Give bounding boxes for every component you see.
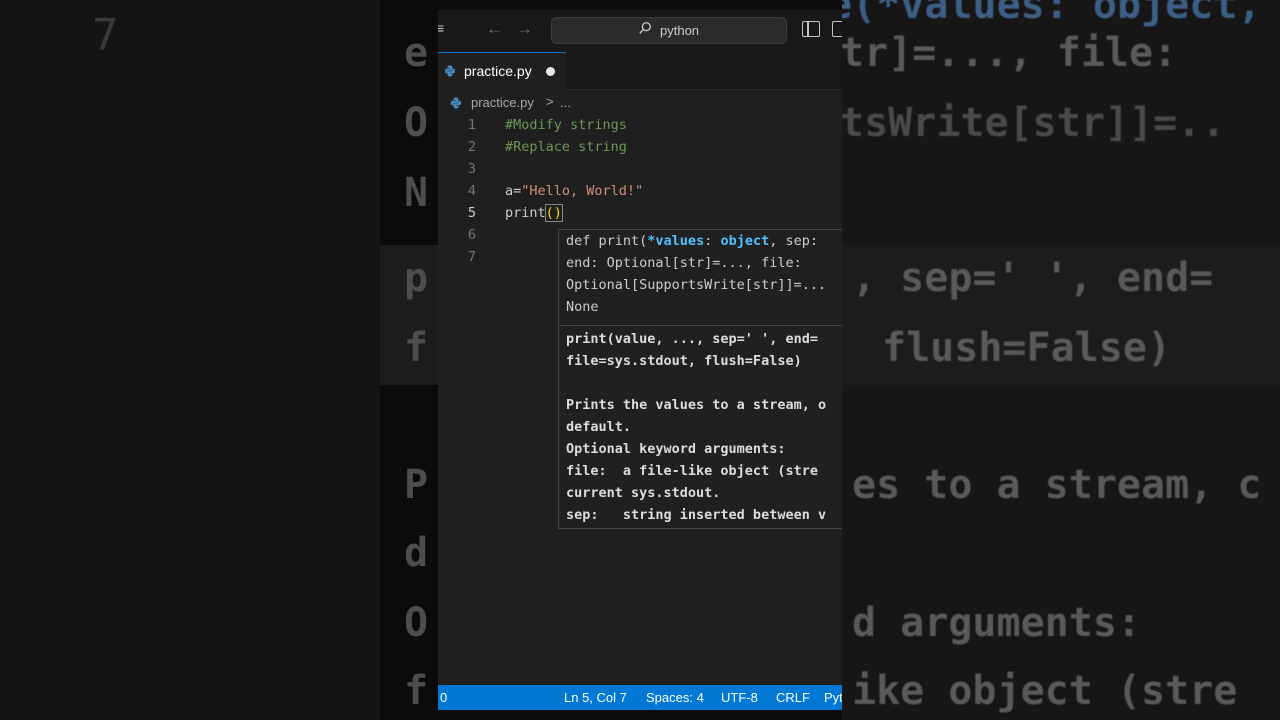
sig-type: object — [720, 233, 770, 249]
code-comment: #Replace string — [505, 139, 627, 155]
code-parentheses: () — [544, 204, 563, 222]
doc-line: file: a file-like object (stre — [566, 463, 818, 479]
doc-line: print(value, ..., sep=' ', end= — [566, 331, 818, 347]
doc-line: default. — [566, 419, 632, 435]
status-bar: 0 Ln 5, Col 7 Spaces: 4 UTF-8 CRLF Pytho… — [438, 685, 842, 710]
background-ghost-text: d arguments: — [852, 600, 1141, 646]
status-encoding[interactable]: UTF-8 — [721, 690, 758, 705]
line-number: 3 — [467, 161, 476, 177]
status-language[interactable]: Python — [824, 690, 842, 705]
background-ghost-text: tr]=..., file: — [842, 30, 1178, 76]
search-text: python — [660, 23, 700, 38]
background-ghost-letter: O — [404, 100, 429, 146]
breadcrumb: practice.py > ... — [438, 92, 842, 114]
background-ghost-text: ike object (stre — [852, 668, 1238, 714]
status-problems[interactable]: 0 — [440, 690, 447, 705]
line-number-active: 5 — [467, 205, 476, 221]
sig-line: None — [566, 299, 599, 315]
status-cursor-position[interactable]: Ln 5, Col 7 — [564, 690, 627, 705]
python-file-icon — [451, 97, 461, 109]
toggle-sidebar-icon[interactable] — [802, 21, 820, 37]
line-number: 4 — [467, 183, 476, 199]
code-line: 1 #Modify strings — [438, 114, 842, 136]
sig-def: def — [566, 233, 591, 249]
signature-text: def print(*values: object, sep: end: Opt… — [566, 230, 826, 318]
toggle-panel-icon[interactable] — [832, 21, 842, 37]
tab-label: practice.py — [464, 63, 532, 79]
background-ghost-letter: f — [404, 668, 429, 714]
title-bar: ≡ ← → python — [438, 10, 842, 52]
background-ghost-letter: N — [404, 170, 429, 216]
doc-line: Prints the values to a stream, o — [566, 397, 827, 413]
doc-line: Optional keyword arguments: — [566, 441, 786, 457]
background-ghost-letter: f — [404, 325, 429, 371]
background-ghost-text: e(*values: object, sep: — [842, 0, 1280, 28]
code-line: 2 #Replace string — [438, 136, 842, 158]
code-statement: a="Hello, World!" — [505, 180, 643, 202]
sig-line: end: Optional[str]=..., file: — [566, 255, 802, 271]
line-number: 1 — [467, 117, 476, 133]
background-ghost-text: flush=False) — [882, 325, 1171, 371]
popup-divider — [559, 325, 842, 326]
doc-line: file=sys.stdout, flush=False) — [566, 353, 802, 369]
background-ghost-letter: O — [404, 600, 429, 646]
code-comment: #Modify strings — [505, 117, 627, 133]
docstring-text: print(value, ..., sep=' ', end= file=sys… — [566, 328, 826, 526]
sig-fn: print( — [590, 233, 648, 249]
background-ghost-letter: P — [404, 462, 429, 508]
forward-arrow-icon[interactable]: → — [516, 19, 533, 39]
tab-bar: practice.py — [438, 52, 842, 90]
vscode-window: ≡ ← → python practice.py practice.py > .… — [438, 10, 842, 710]
doc-line: sep: string inserted between v — [566, 507, 827, 523]
breadcrumb-file[interactable]: practice.py — [471, 95, 534, 110]
background-left-panel: 7 — [0, 0, 380, 720]
line-number: 2 — [467, 139, 476, 155]
background-ghost-text: tsWrite[str]]=.. — [842, 100, 1226, 146]
background-ghost-letter: e — [404, 30, 429, 76]
background-ghost-text: es to a stream, c — [852, 462, 1262, 508]
chevron-right-icon: > — [546, 94, 554, 109]
sig-line: Optional[SupportsWrite[str]]=... — [566, 277, 827, 293]
code-function: print — [505, 205, 546, 221]
background-line-number: 7 — [92, 10, 119, 61]
breadcrumb-symbols[interactable]: ... — [560, 95, 571, 110]
code-line: 4 a="Hello, World!" — [438, 180, 842, 202]
code-line: 3 — [438, 158, 842, 180]
sig-rest: , sep: — [769, 233, 819, 249]
background-ghost-letter: p — [404, 255, 429, 301]
code-variable: a= — [505, 183, 522, 199]
line-number: 6 — [467, 227, 476, 243]
python-file-icon — [445, 65, 455, 77]
unsaved-dot-icon[interactable] — [546, 67, 555, 76]
line-number: 7 — [467, 249, 476, 265]
background-ghost-letter: d — [404, 530, 429, 576]
code-line: 5 print() — [438, 202, 842, 224]
back-arrow-icon[interactable]: ← — [486, 19, 503, 39]
signature-help-popup[interactable]: def print(*values: object, sep: end: Opt… — [558, 229, 842, 529]
code-string: "Hello, World!" — [521, 183, 644, 199]
tab-practice-py[interactable]: practice.py — [438, 52, 566, 90]
menu-icon[interactable]: ≡ — [438, 20, 444, 36]
code-statement: print() — [505, 202, 563, 224]
doc-line: current sys.stdout. — [566, 485, 721, 501]
background-ghost-text: , sep=' ', end= — [852, 255, 1214, 301]
command-center-search[interactable]: python — [551, 17, 787, 44]
sig-param: *values — [647, 233, 705, 249]
status-eol[interactable]: CRLF — [776, 690, 810, 705]
sig-colon: : — [704, 233, 721, 249]
background-right-panel: e(*values: object, sep: tr]=..., file: t… — [842, 0, 1280, 720]
search-icon — [639, 22, 651, 34]
status-indentation[interactable]: Spaces: 4 — [646, 690, 704, 705]
